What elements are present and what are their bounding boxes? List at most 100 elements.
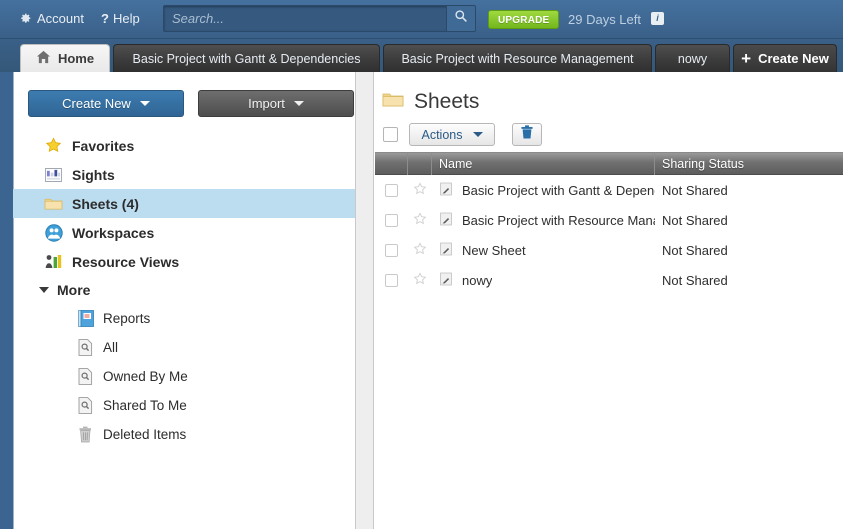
- delete-button[interactable]: [512, 123, 542, 146]
- trash-icon: [77, 425, 94, 444]
- sidebar-item-sights[interactable]: Sights: [13, 160, 355, 189]
- tab-basic-project-gantt[interactable]: Basic Project with Gantt & Dependencies: [113, 44, 380, 72]
- row-checkbox[interactable]: [385, 183, 398, 197]
- search-icon: [454, 9, 468, 28]
- help-label: Help: [112, 11, 140, 26]
- sidebar-sub-label: Deleted Items: [103, 427, 187, 442]
- sidebar-item-resource-views[interactable]: Resource Views: [13, 247, 355, 276]
- sidebar-sub-label: Reports: [103, 311, 151, 326]
- search-doc-icon: [77, 338, 94, 357]
- chevron-down-icon: [139, 101, 150, 106]
- sheet-name[interactable]: nowy: [462, 273, 492, 288]
- tab-create-new-label: Create New: [758, 51, 829, 66]
- sidebar-item-label: Workspaces: [72, 224, 155, 241]
- report-book-icon: [77, 309, 94, 328]
- table-row[interactable]: New Sheet Not Shared: [375, 235, 843, 265]
- home-icon: [36, 50, 51, 67]
- sidebar-sub-label: Owned By Me: [103, 369, 188, 384]
- resource-bars-icon: [44, 252, 63, 271]
- table-header-favorite: [408, 152, 432, 175]
- sheet-icon: [439, 212, 453, 229]
- sidebar-item-all[interactable]: All: [13, 333, 355, 362]
- chevron-down-icon: [293, 101, 304, 106]
- app-root: Account ?Help UPGRADE 29 Days Left i Hom…: [0, 0, 843, 529]
- sidebar-sub-label: All: [103, 340, 119, 355]
- select-all-checkbox[interactable]: [383, 127, 398, 142]
- tab-bar: Home Basic Project with Gantt & Dependen…: [0, 39, 843, 72]
- sidebar-sub-label: Shared To Me: [103, 398, 187, 413]
- star-icon[interactable]: [413, 241, 427, 259]
- sidebar-item-workspaces[interactable]: Workspaces: [13, 218, 355, 247]
- row-checkbox[interactable]: [385, 243, 398, 257]
- tab-nowy[interactable]: nowy: [655, 44, 730, 72]
- table-header-sharing-status[interactable]: Sharing Status: [655, 152, 843, 175]
- row-sharing-status: Not Shared: [662, 182, 728, 198]
- plus-icon: +: [741, 48, 752, 68]
- star-icon[interactable]: [413, 211, 427, 229]
- sidebar-item-deleted-items[interactable]: Deleted Items: [13, 420, 355, 449]
- sidebar-item-shared-to-me[interactable]: Shared To Me: [13, 391, 355, 420]
- sheet-name[interactable]: Basic Project with Gantt & Dependencies: [462, 183, 655, 198]
- tab-home[interactable]: Home: [20, 44, 110, 72]
- sidebar-item-sheets[interactable]: Sheets (4): [13, 189, 355, 218]
- account-menu[interactable]: Account: [19, 11, 84, 27]
- top-bar: Account ?Help UPGRADE 29 Days Left i: [0, 0, 843, 39]
- row-checkbox-cell: [375, 175, 408, 205]
- table-row[interactable]: Basic Project with Resource Management N…: [375, 205, 843, 235]
- search-doc-icon: [77, 396, 94, 415]
- sheet-icon: [439, 242, 453, 259]
- page-title-text: Sheets: [414, 90, 480, 113]
- search-doc-icon: [77, 367, 94, 386]
- account-label: Account: [37, 11, 84, 26]
- import-button[interactable]: Import: [198, 90, 354, 117]
- upgrade-button[interactable]: UPGRADE: [488, 10, 560, 29]
- star-icon[interactable]: [413, 181, 427, 199]
- gear-icon: [19, 12, 32, 25]
- sidebar-item-reports[interactable]: Reports: [13, 304, 355, 333]
- row-sharing-status: Not Shared: [662, 242, 728, 258]
- sheets-table: Name Sharing Status Basic Project with G…: [375, 152, 843, 295]
- sidebar-item-label: Favorites: [72, 137, 135, 154]
- content-toolbar: Actions: [383, 123, 542, 146]
- tab-basic-project-resource[interactable]: Basic Project with Resource Management: [383, 44, 652, 72]
- row-favorite-cell: [408, 175, 432, 205]
- tab-create-new[interactable]: + Create New: [733, 44, 837, 72]
- create-new-button[interactable]: Create New: [28, 90, 184, 117]
- left-edge-strip: [0, 72, 13, 529]
- help-menu[interactable]: ? Help: [101, 11, 140, 27]
- table-row[interactable]: nowy Not Shared: [375, 265, 843, 295]
- row-checkbox-cell: [375, 205, 408, 235]
- sheet-icon: [439, 272, 453, 289]
- sidebar-item-label: Resource Views: [72, 253, 180, 270]
- people-icon: [44, 223, 63, 242]
- tab-label: Basic Project with Resource Management: [401, 51, 634, 66]
- row-name-cell: Basic Project with Gantt & Dependencies: [432, 175, 655, 205]
- row-name-cell: Basic Project with Resource Management: [432, 205, 655, 235]
- table-header-name[interactable]: Name: [432, 152, 655, 175]
- table-header-row: Name Sharing Status: [375, 152, 843, 175]
- sidebar-item-owned-by-me[interactable]: Owned By Me: [13, 362, 355, 391]
- star-icon[interactable]: [413, 271, 427, 289]
- row-checkbox[interactable]: [385, 273, 398, 287]
- sheet-icon: [439, 182, 453, 199]
- folder-icon: [44, 194, 63, 213]
- star-icon: [44, 136, 63, 155]
- sidebar-more-toggle[interactable]: More: [13, 276, 355, 304]
- row-favorite-cell: [408, 265, 432, 295]
- row-checkbox-cell: [375, 235, 408, 265]
- sheet-name[interactable]: Basic Project with Resource Management: [462, 213, 655, 228]
- search-button[interactable]: [446, 6, 475, 31]
- page-title: Sheets: [382, 90, 479, 114]
- sidebar-nav: Favorites Sights Sheets (4) Workspaces R…: [13, 131, 355, 449]
- row-favorite-cell: [408, 235, 432, 265]
- create-new-label: Create New: [62, 96, 131, 111]
- table-row[interactable]: Basic Project with Gantt & Dependencies …: [375, 175, 843, 205]
- row-checkbox[interactable]: [385, 213, 398, 227]
- sheet-name[interactable]: New Sheet: [462, 243, 526, 258]
- info-icon[interactable]: i: [651, 12, 664, 25]
- question-mark-icon: ?: [101, 11, 109, 26]
- search-input[interactable]: [164, 6, 447, 31]
- row-sharing-status: Not Shared: [662, 212, 728, 228]
- sidebar-item-favorites[interactable]: Favorites: [13, 131, 355, 160]
- actions-button[interactable]: Actions: [409, 123, 495, 146]
